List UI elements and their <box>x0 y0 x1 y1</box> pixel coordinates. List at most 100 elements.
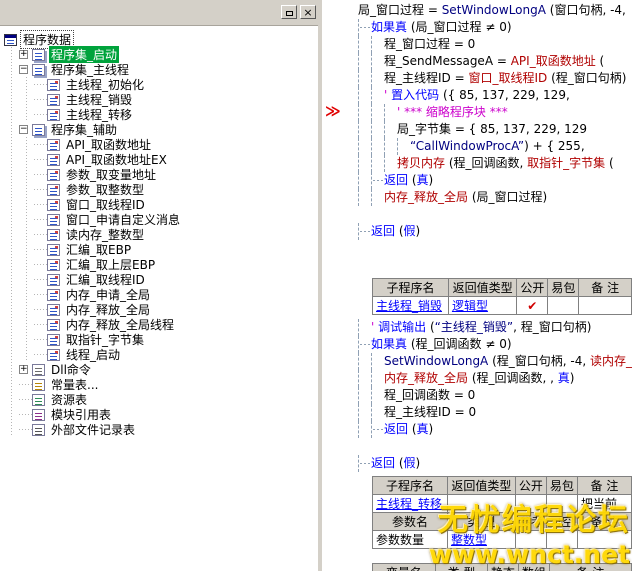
table-cell[interactable] <box>577 531 631 549</box>
expand-icon[interactable]: + <box>19 50 28 59</box>
code-line[interactable]: 局_字节集 = { 85, 137, 229, 129 <box>322 121 632 138</box>
collapse-icon[interactable]: − <box>19 65 28 74</box>
tree-item[interactable]: 汇编_取线程ID <box>4 272 318 287</box>
indent-guide <box>358 53 371 70</box>
code-segment: (局_窗口过程) <box>468 190 547 204</box>
close-panel-button[interactable]: × <box>300 5 316 19</box>
code-line[interactable] <box>322 206 632 223</box>
tree-item[interactable]: API_取函数地址 <box>4 137 318 152</box>
code-line[interactable]: 内存_释放_全局 (局_窗口过程) <box>322 189 632 206</box>
table-cell[interactable]: 把当前 <box>577 495 631 513</box>
code-line[interactable]: 程_主线程ID = 窗口_取线程ID (程_窗口句柄) <box>322 70 632 87</box>
code-line[interactable]: 拷贝内存 (程_回调函数, 取指针_字节集 ( <box>322 155 632 172</box>
tree-connector <box>34 182 47 197</box>
table-cell[interactable]: 整数型 <box>447 531 515 549</box>
code-segment: ( <box>395 224 404 238</box>
code-line[interactable]: 程_窗口过程 = 0 <box>322 36 632 53</box>
code-line[interactable]: SetWindowLongA (程_窗口句柄, -4, 读内存_整数型 (程 <box>322 353 632 370</box>
tree-item[interactable]: 内存_申请_全局 <box>4 287 318 302</box>
code-line[interactable]: 返回 (真) <box>322 172 632 189</box>
tree-connector <box>34 257 47 272</box>
table-cell[interactable] <box>546 495 577 513</box>
table-cell[interactable] <box>579 297 632 315</box>
code-segment: ) <box>416 456 421 470</box>
code-line[interactable]: ' *** 缩略程序块 *** <box>322 104 632 121</box>
tree-item[interactable]: 内存_释放_全局线程 <box>4 317 318 332</box>
table-header-cell: 备 注 <box>577 477 631 495</box>
code-segment: 窗口_取线程ID <box>468 71 547 85</box>
tree-guide <box>4 407 19 422</box>
tree-item[interactable]: −程序集_辅助 <box>4 122 318 137</box>
code-segment: ' *** 缩略程序块 *** <box>397 105 508 119</box>
indent-guide <box>371 138 384 155</box>
code-editor-panel[interactable]: ≫ 局_窗口过程 = SetWindowLongA (窗口句柄, -4,如果真 … <box>322 0 632 571</box>
code-segment: (程_回调函数, <box>445 156 527 170</box>
sub-icon <box>47 214 60 226</box>
tree-item[interactable]: 线程_启动 <box>4 347 318 362</box>
code-line[interactable]: 程_SendMessageA = API_取函数地址 ( <box>322 53 632 70</box>
tree-guide <box>4 212 19 227</box>
table-cell[interactable] <box>548 297 579 315</box>
tree-item[interactable]: 外部文件记录表 <box>4 422 318 437</box>
tree-root[interactable]: 程序数据 <box>4 32 318 47</box>
tree-item[interactable]: API_取函数地址EX <box>4 152 318 167</box>
code-line[interactable] <box>322 257 632 274</box>
tree-item[interactable]: 主线程_转移 <box>4 107 318 122</box>
collapse-icon[interactable]: − <box>19 125 28 134</box>
tree-item[interactable]: 模块引用表 <box>4 407 318 422</box>
code-segment: 返回 <box>384 422 408 436</box>
indent-guide <box>358 104 371 121</box>
table-cell[interactable] <box>447 495 515 513</box>
tree-item[interactable]: +Dll命令 <box>4 362 318 377</box>
code-line[interactable]: 返回 (假) <box>322 223 632 240</box>
collapsed-block-marker[interactable]: ≫ <box>325 104 341 119</box>
code-line[interactable] <box>322 240 632 257</box>
tree-item[interactable]: 主线程_初始化 <box>4 77 318 92</box>
float-panel-button[interactable] <box>281 5 297 19</box>
code-line[interactable]: 程_主线程ID = 0 <box>322 404 632 421</box>
tree-item[interactable]: +程序集_启动 <box>4 47 318 62</box>
tree-item[interactable]: 读内存_整数型 <box>4 227 318 242</box>
table-cell[interactable]: ✔ <box>517 297 548 315</box>
code-line[interactable]: 内存_释放_全局 (程_回调函数, , 真) <box>322 370 632 387</box>
table-cell[interactable]: 主线程_销毁 <box>373 297 449 315</box>
code-segment: 拷贝内存 <box>397 156 445 170</box>
table-cell[interactable]: 逻辑型 <box>448 297 516 315</box>
tree-connector <box>34 212 47 227</box>
code-segment: SetWindowLongA <box>384 354 488 368</box>
table-cell[interactable] <box>546 531 577 549</box>
indent-guide <box>358 189 371 206</box>
tree-item[interactable]: 资源表 <box>4 392 318 407</box>
code-line[interactable]: 返回 (真) <box>322 421 632 438</box>
code-line[interactable]: 局_窗口过程 = SetWindowLongA (窗口句柄, -4, <box>322 2 632 19</box>
code-line[interactable]: ' 调试输出 (“主线程_销毁”, 程_窗口句柄) <box>322 319 632 336</box>
tree-item[interactable]: 常量表... <box>4 377 318 392</box>
tree-item[interactable]: 主线程_销毁 <box>4 92 318 107</box>
tree-item[interactable]: −程序集_主线程 <box>4 62 318 77</box>
tree-item[interactable]: 取指针_字节集 <box>4 332 318 347</box>
table-cell[interactable] <box>515 495 546 513</box>
tree-item[interactable]: 参数_取整数型 <box>4 182 318 197</box>
code-line[interactable]: 如果真 (局_窗口过程 ≠ 0) <box>322 19 632 36</box>
code-line[interactable]: “CallWindowProcA”) + { 255, <box>322 138 632 155</box>
code-line[interactable]: 程_回调函数 = 0 <box>322 387 632 404</box>
tree-item[interactable]: 汇编_取EBP <box>4 242 318 257</box>
sub-icon <box>47 229 60 241</box>
tree-item[interactable]: 窗口_取线程ID <box>4 197 318 212</box>
expand-icon[interactable]: + <box>19 365 28 374</box>
indent-guide <box>371 172 384 189</box>
table-cell[interactable] <box>515 531 546 549</box>
tree-item[interactable]: 窗口_申请自定义消息 <box>4 212 318 227</box>
code-line[interactable]: 返回 (假) <box>322 455 632 472</box>
table-header-cell: 类 型 <box>436 564 488 571</box>
tree-item[interactable]: 汇编_取上层EBP <box>4 257 318 272</box>
tree-item[interactable]: 内存_释放_全局 <box>4 302 318 317</box>
table-cell[interactable]: 主线程_转移 <box>373 495 448 513</box>
code-line[interactable] <box>322 438 632 455</box>
module-icon <box>32 409 45 421</box>
table-cell[interactable]: 参数数量 <box>373 531 448 549</box>
table-row: 主线程_销毁逻辑型✔ <box>373 297 632 315</box>
code-line[interactable]: 如果真 (程_回调函数 ≠ 0) <box>322 336 632 353</box>
tree-item[interactable]: 参数_取变量地址 <box>4 167 318 182</box>
code-line[interactable]: ' 置入代码 ({ 85, 137, 229, 129, <box>322 87 632 104</box>
